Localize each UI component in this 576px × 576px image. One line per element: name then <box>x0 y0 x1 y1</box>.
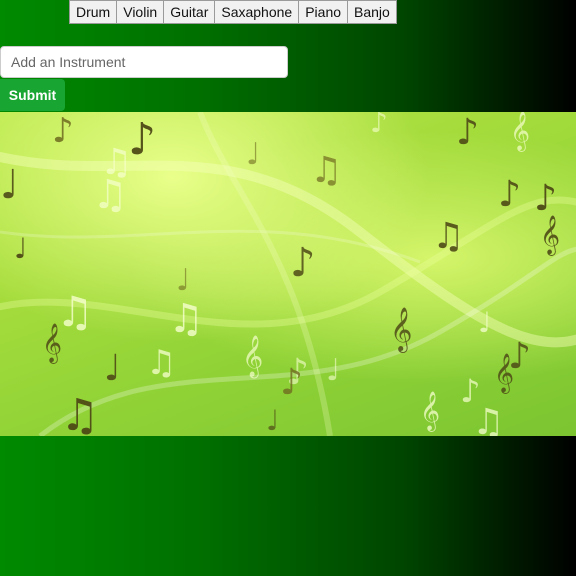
music-note-icon: 𝄞 <box>510 112 530 152</box>
music-note-icon: 𝄞 <box>390 307 412 353</box>
music-note-icon: ♩ <box>246 137 260 172</box>
saxaphone-button[interactable]: Saxaphone <box>214 0 300 24</box>
music-note-icon: ♩ <box>104 348 121 389</box>
music-note-icon: ♪ <box>534 178 557 219</box>
music-note-icon: ♪ <box>280 362 303 403</box>
music-note-icon: 𝄞 <box>420 391 440 432</box>
add-instrument-input[interactable] <box>0 46 288 78</box>
music-note-icon: 𝄞 <box>42 323 62 364</box>
piano-button[interactable]: Piano <box>298 0 349 24</box>
music-note-icon: ♩ <box>0 162 19 208</box>
music-note-icon: 𝄞 <box>494 353 514 394</box>
music-note-icon: ♫ <box>146 343 176 383</box>
banjo-button[interactable]: Banjo <box>347 0 397 24</box>
music-note-icon: ♩ <box>478 306 491 339</box>
music-note-icon: ♪ <box>370 112 388 139</box>
music-notes-banner-image: ♪ ♪ ♫ ♩ ♫ ♪ ♪ 𝄞 ♩ ♫ ♪ ♪ ♫ 𝄞 ♩ ♪ ♩ ♫ ♫ 𝄞 𝄞 ♩ ♩ ♫ 𝄞 ♪ ♪ ♩ ♪ 𝄞 ♫ 𝄞 ♪ ♩ ♫ <box>0 112 576 436</box>
music-note-icon: ♩ <box>266 404 279 436</box>
guitar-button[interactable]: Guitar <box>163 0 216 24</box>
music-note-icon: ♪ <box>498 174 521 215</box>
instrument-button-bar: Drum Violin Guitar Saxaphone Piano Banjo <box>69 0 397 24</box>
music-note-icon: ♪ <box>52 112 74 151</box>
music-note-icon: ♫ <box>472 402 504 436</box>
music-note-icon: ♫ <box>310 150 342 191</box>
submit-button[interactable]: Submit <box>0 79 65 111</box>
music-note-icon: ♩ <box>326 353 340 388</box>
music-note-icon: ♪ <box>290 240 316 286</box>
drum-button[interactable]: Drum <box>69 0 118 24</box>
music-note-icon: ♩ <box>176 263 190 298</box>
violin-button[interactable]: Violin <box>116 0 165 24</box>
music-note-icon: ♫ <box>168 296 204 342</box>
music-note-icon: ♫ <box>60 390 99 436</box>
music-note-icon: ♫ <box>432 216 464 257</box>
music-note-icon: 𝄞 <box>242 335 263 378</box>
music-note-icon: ♪ <box>456 112 479 153</box>
music-note-icon: ♫ <box>92 172 128 218</box>
music-note-icon: 𝄞 <box>540 215 560 256</box>
music-note-icon: ♩ <box>14 232 27 265</box>
